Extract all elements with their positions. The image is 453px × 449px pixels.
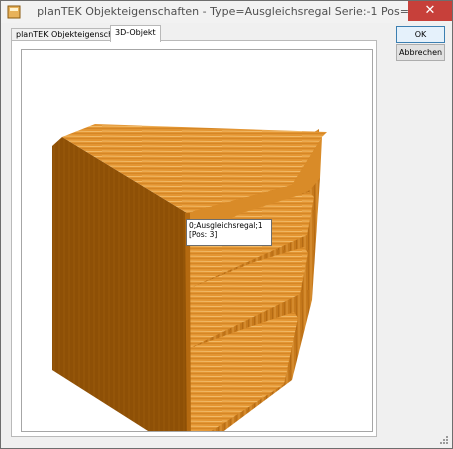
title-bar[interactable]: planTEK Objekteigenschaften - Type=Ausgl… — [1, 1, 452, 23]
resize-grip-icon[interactable] — [439, 435, 449, 445]
dialog-window: planTEK Objekteigenschaften - Type=Ausgl… — [0, 0, 453, 449]
object-tooltip: 0;Ausgleichsregal;1 [Pos: 3] — [186, 219, 272, 246]
ok-button[interactable]: OK — [396, 26, 445, 43]
tooltip-line-1: 0;Ausgleichsregal;1 — [189, 221, 263, 230]
window-title: planTEK Objekteigenschaften - Type=Ausgl… — [37, 5, 416, 18]
dialog-client: planTEK Objekteigenschaften 3D-Objekt 0;… — [8, 23, 445, 441]
cancel-button[interactable]: Abbrechen — [396, 44, 445, 61]
close-button[interactable]: ✕ — [408, 1, 452, 21]
close-icon: ✕ — [424, 3, 436, 18]
tooltip-line-2: [Pos: 3] — [189, 230, 218, 239]
tab-3d-object[interactable]: 3D-Objekt — [110, 25, 161, 42]
